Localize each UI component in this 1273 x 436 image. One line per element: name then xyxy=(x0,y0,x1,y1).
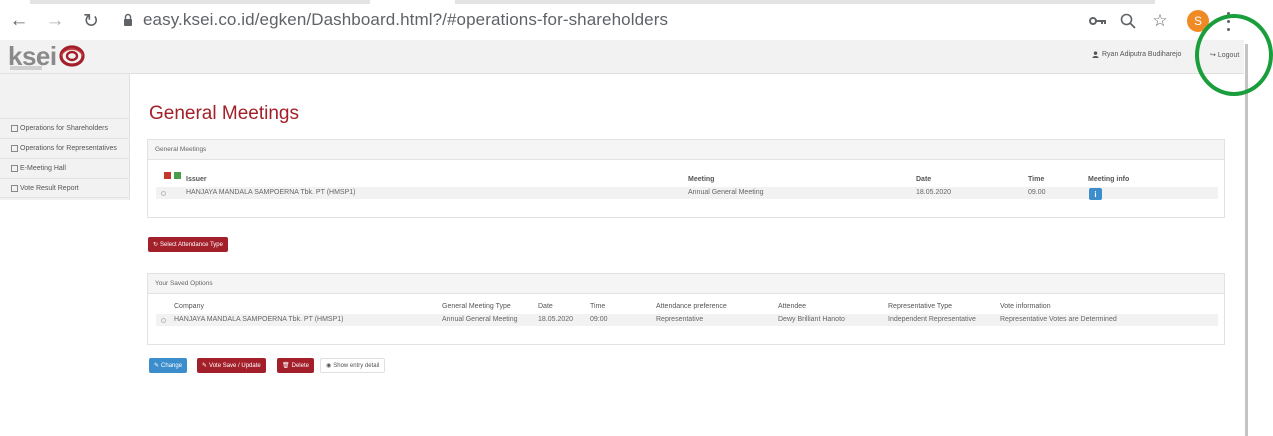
sidebar-item-e-meeting-hall[interactable]: E-Meeting Hall xyxy=(0,158,130,178)
reload-icon: ↻ xyxy=(83,10,99,32)
cell-attendance-preference: Representative xyxy=(656,316,704,323)
cell-date: 18.05.2020 xyxy=(538,316,574,323)
cell-company: HANJAYA MANDALA SAMPOERNA Tbk. PT (HMSP1… xyxy=(174,316,344,323)
sidebar-item-label: Operations for Representatives xyxy=(20,145,117,152)
sidebar-item-operations-for-shareholders[interactable]: Operations for Shareholders xyxy=(0,118,130,138)
scrollbar-track[interactable] xyxy=(1244,40,1273,436)
meeting-info-button[interactable]: i xyxy=(1089,188,1102,200)
sidebar: Operations for Shareholders Operations f… xyxy=(0,74,130,200)
column-header-date[interactable]: Date xyxy=(538,303,553,310)
cell-time: 09:00 xyxy=(590,316,608,323)
select-attendance-type-button[interactable]: ↻ Select Attendance Type xyxy=(148,237,228,252)
column-header-time[interactable]: Time xyxy=(590,303,605,310)
address-bar[interactable]: easy.ksei.co.id/egken/Dashboard.html?/#o… xyxy=(143,10,668,30)
sidebar-item-vote-result-report[interactable]: Vote Result Report xyxy=(0,178,130,198)
pdf-export-icon[interactable] xyxy=(164,166,171,179)
logout-button[interactable]: ↪ Logout xyxy=(1210,51,1240,60)
column-header-representative-type[interactable]: Representative Type xyxy=(888,303,952,310)
back-button[interactable]: ← xyxy=(8,10,30,32)
button-label: Delete xyxy=(291,362,309,369)
user-name-label: Ryan Adiputra Budiharejo xyxy=(1102,51,1182,58)
sidebar-item-label: Vote Result Report xyxy=(20,184,79,192)
column-header-attendee[interactable]: Attendee xyxy=(778,303,806,310)
column-header-meeting-type[interactable]: General Meeting Type xyxy=(442,303,511,310)
reload-button[interactable]: ↻ xyxy=(80,10,102,32)
panel-heading: General Meetings xyxy=(148,140,1224,160)
cell-issuer: HANJAYA MANDALA SAMPOERNA Tbk. PT (HMSP1… xyxy=(186,189,356,196)
cell-representative-type: Independent Representative xyxy=(888,316,976,323)
cell-date: 18.05.2020 xyxy=(916,189,952,196)
button-label: Vote Save / Update xyxy=(209,362,261,369)
show-entry-detail-button[interactable]: ◉ Show entry detail xyxy=(320,358,386,373)
zoom-icon[interactable] xyxy=(1117,10,1139,32)
current-user[interactable]: Ryan Adiputra Budiharejo xyxy=(1092,51,1181,58)
tab-strip xyxy=(0,0,1273,6)
bookmark-star-icon[interactable]: ☆ xyxy=(1149,10,1171,32)
logout-label: Logout xyxy=(1217,51,1240,59)
change-button[interactable]: ✎ Change xyxy=(149,358,188,373)
trash-icon: 🗑 xyxy=(282,363,290,369)
ksei-logo-mark-icon xyxy=(59,45,85,67)
export-icons xyxy=(164,166,181,179)
column-header-meeting-info[interactable]: Meeting info xyxy=(1088,176,1129,183)
delete-button[interactable]: 🗑 Delete xyxy=(277,358,314,373)
arrow-left-icon: ← xyxy=(9,10,29,31)
eye-icon: ◉ xyxy=(326,363,332,369)
cell-meeting: Annual General Meeting xyxy=(688,189,764,196)
app-header: ksei Ryan Adiputra Budiharejo ↪ Logout xyxy=(0,40,1244,74)
page-icon xyxy=(11,184,18,192)
column-header-meeting[interactable]: Meeting xyxy=(688,176,714,183)
column-header-company[interactable]: Company xyxy=(174,303,204,310)
logo-tagline xyxy=(10,66,42,70)
vote-save-update-button[interactable]: ✎ Vote Save / Update xyxy=(197,358,266,373)
page-icon xyxy=(11,125,18,132)
column-header-vote-information[interactable]: Vote information xyxy=(1000,303,1051,310)
column-header-attendance-preference[interactable]: Attendance preference xyxy=(656,303,727,310)
excel-export-icon[interactable] xyxy=(174,166,181,179)
browser-toolbar: ← → ↻ easy.ksei.co.id/egken/Dashboard.ht… xyxy=(0,0,1273,40)
sidebar-item-label: E-Meeting Hall xyxy=(20,165,66,172)
cell-vote-information: Representative Votes are Determined xyxy=(1000,316,1117,323)
sidebar-menu: Operations for Shareholders Operations f… xyxy=(0,118,130,198)
row-select-radio[interactable] xyxy=(161,191,166,196)
sidebar-item-label: Operations for Shareholders xyxy=(20,125,108,132)
panel-heading: Your Saved Options xyxy=(148,274,1224,294)
cell-attendee: Dewy Brilliant Hanoto xyxy=(778,316,845,323)
saved-options-panel: Your Saved Options Company General Meeti… xyxy=(147,273,1225,345)
column-header-issuer[interactable]: Issuer xyxy=(186,176,207,183)
general-meetings-panel: General Meetings Issuer Meeting Date Tim… xyxy=(147,139,1225,218)
profile-avatar[interactable]: S xyxy=(1187,10,1209,32)
user-icon xyxy=(1092,51,1099,58)
page-icon xyxy=(11,165,18,172)
password-key-icon[interactable] xyxy=(1087,10,1109,32)
cell-meeting-type: Annual General Meeting xyxy=(442,316,518,323)
lock-icon xyxy=(124,13,132,26)
tab-strip-segment[interactable] xyxy=(30,0,370,4)
page-title: General Meetings xyxy=(149,103,299,124)
button-label: Change xyxy=(161,362,183,369)
column-header-time[interactable]: Time xyxy=(1028,176,1044,183)
edit-icon: ✎ xyxy=(202,363,208,369)
scrollbar-thumb[interactable] xyxy=(1245,44,1248,436)
button-label: Select Attendance Type xyxy=(160,241,223,248)
pencil-icon: ✎ xyxy=(154,363,160,369)
arrow-right-icon: → xyxy=(45,10,65,31)
logout-icon: ↪ xyxy=(1210,52,1216,59)
cell-time: 09.00 xyxy=(1028,189,1046,196)
browser-menu-icon[interactable] xyxy=(1222,9,1234,33)
page-icon xyxy=(11,145,18,152)
button-label: Show entry detail xyxy=(333,362,380,369)
refresh-icon: ↻ xyxy=(153,242,159,248)
tab-strip-segment[interactable] xyxy=(455,0,1155,4)
row-select-radio[interactable] xyxy=(161,318,166,323)
column-header-date[interactable]: Date xyxy=(916,176,931,183)
forward-button[interactable]: → xyxy=(44,10,66,32)
sidebar-item-operations-for-representatives[interactable]: Operations for Representatives xyxy=(0,138,130,158)
